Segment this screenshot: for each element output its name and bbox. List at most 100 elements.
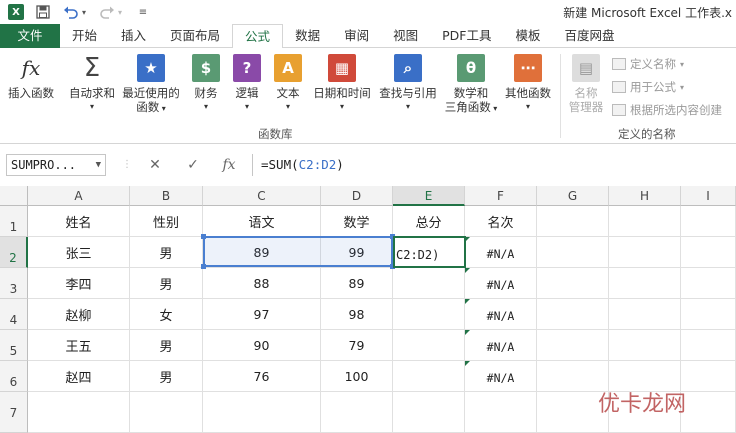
column-header-a[interactable]: A — [28, 186, 130, 206]
use-in-formula-button[interactable]: 用于公式 ▾ — [612, 79, 684, 95]
cell-a6[interactable]: 赵四 — [28, 361, 130, 392]
row-header-7[interactable]: 7 — [0, 392, 28, 433]
tab-page-layout[interactable]: 页面布局 — [158, 24, 232, 48]
insert-function-button[interactable]: fx 插入函数 — [4, 54, 58, 100]
cell-a4[interactable]: 赵柳 — [28, 299, 130, 330]
cell-g5[interactable] — [537, 330, 609, 361]
cell-i6[interactable] — [681, 361, 736, 392]
tab-baidu-netdisk[interactable]: 百度网盘 — [552, 24, 626, 48]
cell-f4[interactable]: #N/A — [465, 299, 537, 330]
cell-f6[interactable]: #N/A — [465, 361, 537, 392]
cell-f3[interactable]: #N/A — [465, 268, 537, 299]
tab-pdf-tools[interactable]: PDF工具 — [430, 24, 503, 48]
lookup-button[interactable]: ⌕ 查找与引用 ▾ — [376, 54, 440, 114]
cell-c3[interactable]: 88 — [203, 268, 321, 299]
cell-d2[interactable]: 99 — [321, 237, 393, 268]
cell-e1[interactable]: 总分 — [393, 206, 465, 237]
cell-c2[interactable]: 89 — [203, 237, 321, 268]
cell-a5[interactable]: 王五 — [28, 330, 130, 361]
cell-d6[interactable]: 100 — [321, 361, 393, 392]
row-header-5[interactable]: 5 — [0, 330, 28, 361]
column-header-e[interactable]: E — [393, 186, 465, 206]
cell-c6[interactable]: 76 — [203, 361, 321, 392]
cell-e7[interactable] — [393, 392, 465, 433]
tab-templates[interactable]: 模板 — [503, 24, 552, 48]
cell-h4[interactable] — [609, 299, 681, 330]
datetime-button[interactable]: ▦ 日期和时间 ▾ — [310, 54, 374, 114]
name-box-dropdown-icon[interactable]: ▼ — [96, 155, 101, 175]
cell-i5[interactable] — [681, 330, 736, 361]
cell-d3[interactable]: 89 — [321, 268, 393, 299]
tab-insert[interactable]: 插入 — [109, 24, 158, 48]
tab-review[interactable]: 审阅 — [332, 24, 381, 48]
row-header-2[interactable]: 2 — [0, 237, 28, 268]
cell-f2[interactable]: #N/A — [465, 237, 537, 268]
autosum-button[interactable]: Σ 自动求和 ▾ — [66, 54, 118, 114]
create-from-selection-button[interactable]: 根据所选内容创建 — [612, 102, 722, 118]
cell-i2[interactable] — [681, 237, 736, 268]
tab-formulas[interactable]: 公式 — [232, 24, 284, 49]
logical-button[interactable]: ? 逻辑 ▾ — [228, 54, 266, 114]
more-functions-button[interactable]: ⋯ 其他函数 ▾ — [502, 54, 554, 114]
column-header-b[interactable]: B — [130, 186, 203, 206]
cell-c7[interactable] — [203, 392, 321, 433]
cell-h2[interactable] — [609, 237, 681, 268]
column-header-h[interactable]: H — [609, 186, 681, 206]
customize-qat-icon[interactable]: ≡ — [134, 3, 152, 21]
cell-e2[interactable]: C2:D2) — [393, 237, 465, 268]
cell-g3[interactable] — [537, 268, 609, 299]
cell-d7[interactable] — [321, 392, 393, 433]
cell-i1[interactable] — [681, 206, 736, 237]
cell-f1[interactable]: 名次 — [465, 206, 537, 237]
column-header-i[interactable]: I — [681, 186, 736, 206]
cell-e4[interactable] — [393, 299, 465, 330]
cell-b6[interactable]: 男 — [130, 361, 203, 392]
cell-i4[interactable] — [681, 299, 736, 330]
tab-file[interactable]: 文件 — [0, 24, 60, 48]
insert-function-icon[interactable]: fx — [218, 155, 240, 175]
cell-e3[interactable] — [393, 268, 465, 299]
column-header-g[interactable]: G — [537, 186, 609, 206]
cell-a1[interactable]: 姓名 — [28, 206, 130, 237]
formula-input[interactable]: =SUM(C2:D2) — [252, 154, 736, 176]
cell-e6[interactable] — [393, 361, 465, 392]
cell-b2[interactable]: 男 — [130, 237, 203, 268]
cell-d1[interactable]: 数学 — [321, 206, 393, 237]
undo-icon[interactable] — [62, 3, 80, 21]
select-all-corner[interactable] — [0, 186, 28, 206]
row-header-3[interactable]: 3 — [0, 268, 28, 299]
cancel-icon[interactable]: ✕ — [144, 155, 166, 175]
name-box[interactable]: SUMPRO... ▼ — [6, 154, 106, 176]
cell-g4[interactable] — [537, 299, 609, 330]
tab-data[interactable]: 数据 — [283, 24, 332, 48]
cell-c1[interactable]: 语文 — [203, 206, 321, 237]
cell-b1[interactable]: 性别 — [130, 206, 203, 237]
cell-h5[interactable] — [609, 330, 681, 361]
cell-e5[interactable] — [393, 330, 465, 361]
define-name-button[interactable]: 定义名称 ▾ — [612, 56, 684, 72]
text-button[interactable]: A 文本 ▾ — [270, 54, 306, 114]
column-header-f[interactable]: F — [465, 186, 537, 206]
row-header-4[interactable]: 4 — [0, 299, 28, 330]
name-manager-button[interactable]: ▤ 名称 管理器 — [562, 54, 610, 114]
cell-c4[interactable]: 97 — [203, 299, 321, 330]
cell-a2[interactable]: 张三 — [28, 237, 130, 268]
financial-button[interactable]: $ 财务 ▾ — [186, 54, 226, 114]
save-icon[interactable] — [34, 3, 52, 21]
cell-g2[interactable] — [537, 237, 609, 268]
cell-b3[interactable]: 男 — [130, 268, 203, 299]
cell-b7[interactable] — [130, 392, 203, 433]
math-trig-button[interactable]: θ 数学和 三角函数 ▾ — [442, 54, 500, 116]
cell-i3[interactable] — [681, 268, 736, 299]
cell-h3[interactable] — [609, 268, 681, 299]
recent-functions-button[interactable]: ★ 最近使用的 函数 ▾ — [120, 54, 182, 116]
cell-b4[interactable]: 女 — [130, 299, 203, 330]
redo-dropdown-icon[interactable]: ▾ — [116, 3, 124, 21]
cell-b5[interactable]: 男 — [130, 330, 203, 361]
cell-f7[interactable] — [465, 392, 537, 433]
cell-g1[interactable] — [537, 206, 609, 237]
cell-d4[interactable]: 98 — [321, 299, 393, 330]
cell-i7[interactable] — [681, 392, 736, 433]
cell-a3[interactable]: 李四 — [28, 268, 130, 299]
row-header-6[interactable]: 6 — [0, 361, 28, 392]
